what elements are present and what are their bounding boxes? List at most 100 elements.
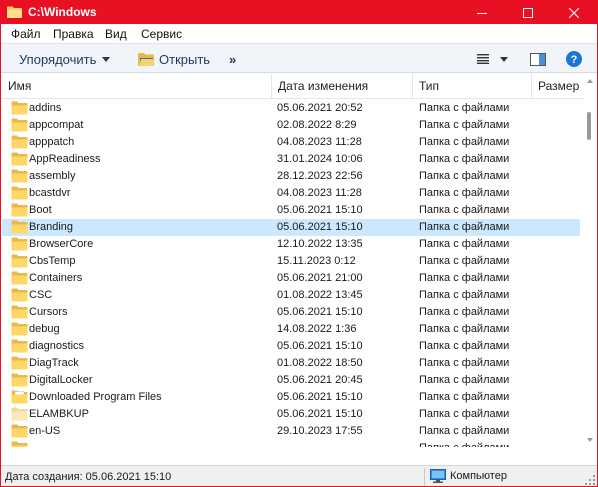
file-date-modified: 31.01.2024 10:06: [277, 153, 363, 165]
file-date-modified: 12.10.2022 13:35: [277, 238, 363, 250]
file-row[interactable]: CbsTemp 15.11.2023 0:12 Папка с файлами: [2, 253, 580, 270]
folder-icon: [11, 220, 28, 234]
file-date-modified: 15.11.2023 0:12: [277, 255, 356, 267]
file-row[interactable]: diagnostics 05.06.2021 15:10 Папка с файла…: [2, 338, 580, 355]
file-row[interactable]: bcastdvr 04.08.2023 11:28 Папка с файлами: [2, 185, 580, 202]
folder-icon: [11, 305, 28, 319]
file-type: Папка с файлами: [419, 238, 510, 250]
command-bar: Упорядочить Открыть » ?: [1, 43, 597, 73]
folder-icon: [11, 322, 28, 336]
scroll-down-arrow-icon[interactable]: [587, 438, 593, 442]
folder-icon: [11, 254, 28, 268]
file-name: appcompat: [29, 119, 84, 131]
folder-icon: [11, 135, 28, 149]
open-button[interactable]: Открыть: [138, 50, 210, 68]
file-date-modified: 05.06.2021 15:10: [277, 391, 363, 403]
file-type: Папка с файлами: [419, 289, 510, 301]
explorer-window: C:\Windows Файл Правка Вид Сервис Упоряд…: [0, 0, 598, 487]
maximize-button[interactable]: [505, 1, 551, 24]
file-date-modified: 14.08.2022 1:36: [277, 323, 357, 335]
menu-file[interactable]: Файл: [11, 27, 41, 41]
file-row[interactable]: apppatch 04.08.2023 11:28 Папка с файлами: [2, 134, 580, 151]
file-date-modified: 05.06.2021 15:10: [277, 340, 363, 352]
status-text: Дата создания: 05.06.2021 15:10: [5, 471, 172, 483]
file-row[interactable]: assembly 28.12.2023 22:56 Папка с файлами: [2, 168, 580, 185]
file-name: apppatch: [29, 136, 75, 148]
status-computer-label: Компьютер: [450, 470, 507, 482]
file-row[interactable]: addins 05.06.2021 20:52 Папка с файлами: [2, 100, 580, 117]
file-row[interactable]: DiagTrack 01.08.2022 18:50 Папка с файлами: [2, 355, 580, 372]
scrollbar-thumb[interactable]: [587, 112, 591, 140]
close-icon: [569, 7, 579, 18]
more-commands-button[interactable]: »: [229, 50, 236, 68]
file-date-modified: 05.06.2021 20:45: [277, 374, 363, 386]
file-row[interactable]: appcompat 02.08.2022 8:29 Папка с файлами: [2, 117, 580, 134]
folder-light-icon: [11, 407, 28, 421]
resize-grip-icon[interactable]: [585, 475, 595, 485]
file-row[interactable]: en-US 29.10.2023 17:55 Папка с файлами: [2, 423, 580, 440]
folder-icon: [11, 441, 28, 447]
scroll-up-arrow-icon[interactable]: [587, 79, 593, 83]
view-options-button[interactable]: [477, 50, 508, 68]
file-row[interactable]: Boot 05.06.2021 15:10 Папка с файлами: [2, 202, 580, 219]
vertical-scrollbar[interactable]: [584, 74, 596, 447]
file-date-modified: 04.08.2023 11:28: [277, 187, 362, 199]
folder-icon: [11, 186, 28, 200]
file-row[interactable]: AppReadiness 31.01.2024 10:06 Папка с файл…: [2, 151, 580, 168]
title-bar[interactable]: C:\Windows: [1, 1, 597, 24]
file-name: Downloaded Program Files: [29, 391, 162, 403]
file-name: BrowserCore: [29, 238, 94, 250]
more-commands-label: »: [229, 51, 237, 67]
file-row[interactable]: Branding 05.06.2021 15:10 Папка с файлами: [2, 219, 580, 236]
file-date-modified: 02.08.2022 8:29: [277, 119, 357, 131]
file-name: Cursors: [29, 306, 68, 318]
file-row[interactable]: Containers 05.06.2021 21:00 Папка с файлам…: [2, 270, 580, 287]
file-row[interactable]: ELAMBKUP 05.06.2021 15:10 Папка с файлами: [2, 406, 580, 423]
file-type: Папка с файлами: [419, 102, 510, 114]
file-row[interactable]: BrowserCore 12.10.2022 13:35 Папка с файла…: [2, 236, 580, 253]
folder-icon: [11, 101, 28, 115]
organize-button[interactable]: Упорядочить: [19, 50, 111, 68]
file-date-modified: 01.08.2022 18:50: [277, 357, 363, 369]
file-row[interactable]: debug 14.08.2022 1:36 Папка с файлами: [2, 321, 580, 338]
file-type: Папка с файлами: [419, 340, 510, 352]
file-name: en-US: [29, 425, 61, 437]
help-button[interactable]: ?: [566, 50, 582, 68]
file-date-modified: 01.08.2022 13:45: [277, 289, 363, 301]
menu-view[interactable]: Вид: [105, 27, 127, 41]
folder-icon: [11, 356, 28, 370]
details-view-icon: [477, 54, 489, 64]
file-row[interactable]: Папка с файлами: [2, 440, 580, 447]
file-name: DigitalLocker: [29, 374, 93, 386]
file-date-modified: 05.06.2021 15:10: [277, 204, 363, 216]
file-row[interactable]: Downloaded Program Files 05.06.2021 15:10…: [2, 389, 580, 406]
file-type: Папка с файлами: [419, 187, 510, 199]
file-type: Папка с файлами: [419, 440, 534, 447]
minimize-button[interactable]: [459, 1, 505, 24]
chevron-down-icon: [102, 56, 111, 62]
file-row[interactable]: CSC 01.08.2022 13:45 Папка с файлами: [2, 287, 580, 304]
column-name[interactable]: Имя: [2, 74, 272, 99]
menu-edit[interactable]: Правка: [53, 27, 94, 41]
preview-pane-button[interactable]: [530, 50, 546, 68]
file-date-modified: 29.10.2023 17:55: [277, 425, 363, 437]
file-type: Папка с файлами: [419, 136, 510, 148]
file-name: diagnostics: [29, 340, 85, 352]
file-type: Папка с файлами: [419, 272, 510, 284]
column-date-modified[interactable]: Дата изменения: [272, 74, 413, 99]
column-type[interactable]: Тип: [413, 74, 532, 99]
file-date-modified: 05.06.2021 15:10: [277, 221, 363, 233]
file-row[interactable]: DigitalLocker 05.06.2021 20:45 Папка с фай…: [2, 372, 580, 389]
folder-icon: [11, 424, 28, 438]
column-size[interactable]: Размер: [532, 74, 584, 99]
menu-tools[interactable]: Сервис: [141, 27, 182, 41]
file-date-modified: 05.06.2021 15:10: [277, 408, 363, 420]
close-button[interactable]: [551, 1, 597, 24]
file-name: Containers: [29, 272, 83, 284]
file-row[interactable]: Cursors 05.06.2021 15:10 Папка с файлами: [2, 304, 580, 321]
file-name: assembly: [29, 170, 76, 182]
folder-icon: [11, 288, 28, 302]
file-name: Branding: [29, 221, 74, 233]
file-type: Папка с файлами: [419, 391, 510, 403]
file-name: DiagTrack: [29, 357, 79, 369]
